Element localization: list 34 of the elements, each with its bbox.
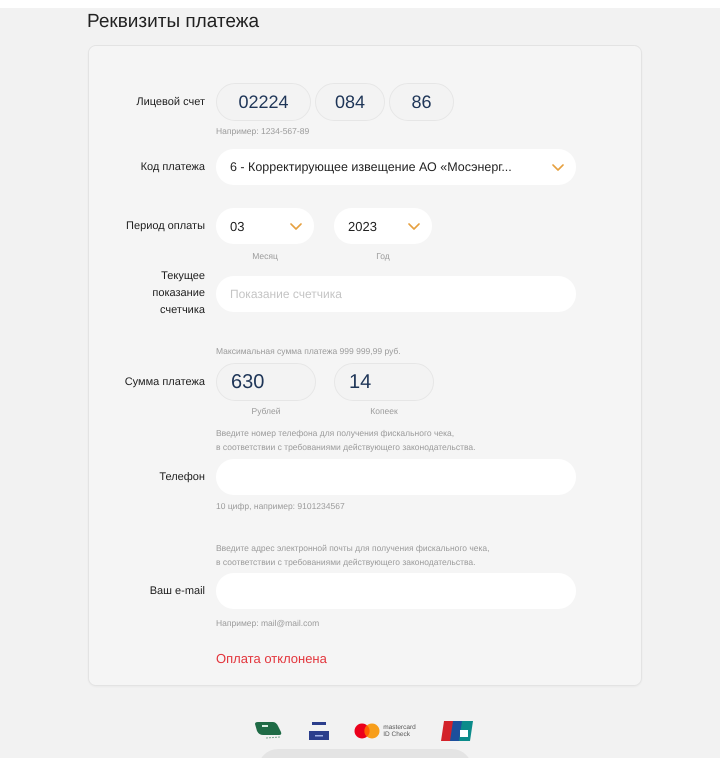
card-logo-icon — [308, 721, 330, 741]
account-number-field[interactable]: 084 — [315, 83, 385, 121]
field-label: Телефон — [159, 470, 205, 484]
payment-code-select[interactable]: 6 - Корректирующее извещение АО «Мосэнерг... — [216, 149, 576, 185]
field-label: Период оплаты — [126, 219, 205, 233]
input-field[interactable]: Показание счетчика — [216, 276, 576, 312]
hint-text: Максимальная сумма платежа 999 999,99 руб. — [216, 346, 401, 357]
field-label: Лицевой счет — [136, 95, 205, 109]
account-number-field[interactable]: 86 — [389, 83, 454, 121]
amount-field[interactable]: 630 — [216, 363, 316, 401]
card-logo-icon — [440, 720, 474, 742]
hint-text: Введите адрес электронной почты для получения фискального чека, в соответствии с требованиями действующего законодательства. — [216, 542, 490, 569]
account-number-field[interactable]: 02224 — [216, 83, 311, 121]
field-caption: Копеек — [369, 406, 399, 417]
field-label: Код платежа — [140, 160, 205, 174]
hint-text: Например: 1234-567-89 — [216, 126, 310, 137]
field-label: Ваш e-mail — [150, 584, 205, 598]
chevron-down-icon — [552, 164, 564, 170]
period-select[interactable]: 03 — [216, 208, 314, 244]
field-caption: Месяц — [251, 251, 279, 262]
period-select[interactable]: 2023 — [334, 208, 432, 244]
error-message: Оплата отклонена — [216, 651, 327, 667]
field-label: Текущее показание счетчика — [151, 269, 205, 318]
hint-text: Введите номер телефона для получения фискального чека, в соответствии с требованиями действующего законодательства. — [216, 427, 476, 454]
chevron-down-icon — [408, 222, 420, 230]
field-label: Сумма платежа — [124, 375, 205, 389]
hint-text: 10 цифр, например: 9101234567 — [216, 501, 345, 512]
chevron-down-icon — [290, 222, 302, 230]
amount-field[interactable]: 14 — [334, 363, 434, 401]
overlapping-circles-icon — [354, 723, 380, 739]
section-title: Реквизиты платежа — [87, 10, 260, 34]
field-caption: Рублей — [250, 406, 282, 417]
field-caption: Год — [375, 251, 391, 262]
hint-text: Например: mail@mail.com — [216, 618, 320, 629]
